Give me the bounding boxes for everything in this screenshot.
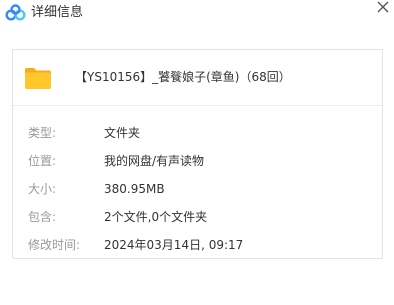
modified-time-label: 修改时间: [28, 238, 81, 252]
file-name: 【YS10156】_饕餮娘子(章鱼)（68回） [75, 70, 291, 84]
detail-row-modified: 修改时间: 2024年03月14日, 09:17 [13, 236, 382, 256]
detail-row-type: 类型: 文件夹 [13, 124, 382, 144]
folder-icon [24, 66, 52, 90]
size-value: 380.95MB [104, 182, 165, 196]
size-label: 大小: [28, 182, 57, 196]
modified-time-value: 2024年03月14日, 09:17 [104, 238, 244, 252]
contains-label: 包含: [28, 210, 57, 224]
baidu-netdisk-logo-icon [5, 4, 26, 21]
detail-row-size: 大小: 380.95MB [13, 180, 382, 200]
contains-value: 2个文件,0个文件夹 [104, 210, 208, 224]
title-bar: 详细信息 [0, 0, 394, 30]
detail-row-location: 位置: 我的网盘/有声读物 [13, 152, 382, 172]
location-label: 位置: [28, 154, 57, 168]
details-panel: 【YS10156】_饕餮娘子(章鱼)（68回） 类型: 文件夹 位置: 我的网盘… [12, 49, 383, 259]
detail-row-contains: 包含: 2个文件,0个文件夹 [13, 208, 382, 228]
window-title: 详细信息 [31, 5, 84, 20]
type-value: 文件夹 [104, 126, 141, 140]
close-icon[interactable] [375, 0, 391, 16]
type-label: 类型: [28, 126, 57, 140]
file-header: 【YS10156】_饕餮娘子(章鱼)（68回） [13, 50, 382, 106]
location-value: 我的网盘/有声读物 [104, 154, 205, 168]
